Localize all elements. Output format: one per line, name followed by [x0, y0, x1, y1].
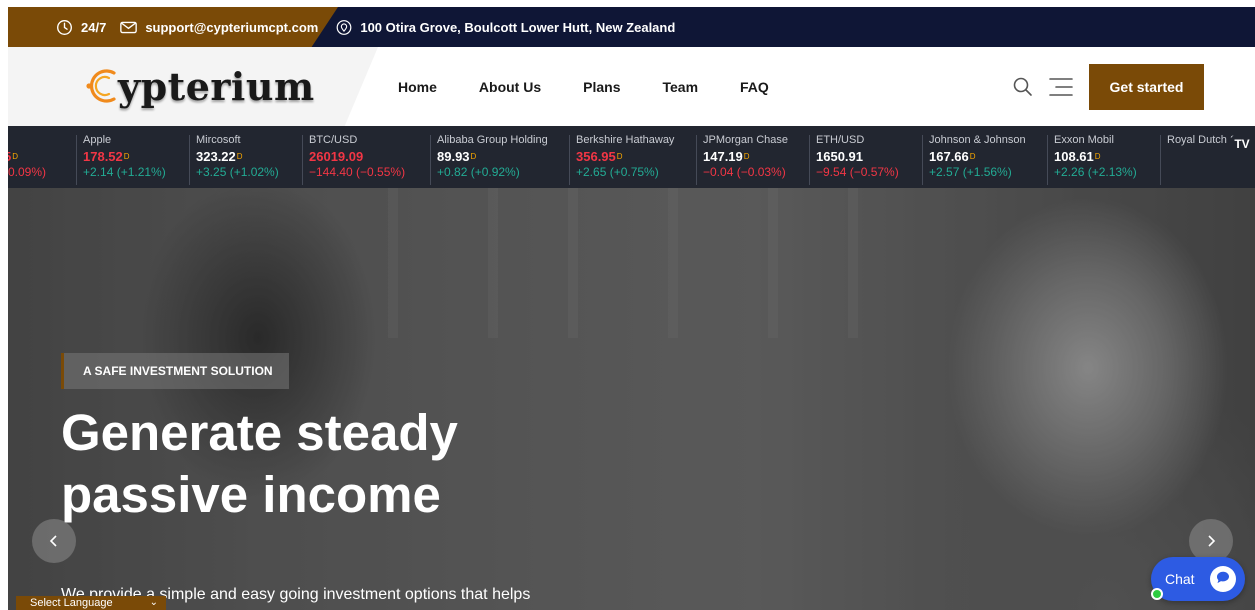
ticker-change: +2.14 (+1.21%) — [83, 165, 166, 179]
ticker-item[interactable]: Exxon Mobil 108.61D +2.26 (+2.13%) — [1047, 133, 1137, 185]
search-icon — [1013, 77, 1032, 96]
ticker-change: -0.09%) — [8, 165, 47, 179]
email-link[interactable]: support@cypteriumcpt.com — [145, 20, 318, 35]
ticker-price: 167.66D — [929, 149, 976, 164]
language-select-label: Select Language — [30, 597, 113, 609]
stock-ticker[interactable]: t 5D -0.09%) Apple 178.52D +2.14 (+1.21%… — [8, 126, 1255, 188]
chat-label: Chat — [1165, 571, 1195, 587]
ticker-item[interactable]: ETH/USD 1650.91 −9.54 (−0.57%) — [809, 133, 899, 185]
ticker-name: Mircosoft — [196, 134, 241, 146]
ticker-price: 147.19D — [703, 149, 750, 164]
clock-icon — [57, 19, 72, 35]
ticker-price: 26019.09 — [309, 149, 364, 164]
hours-info: 24/7 — [56, 19, 106, 36]
address-text: 100 Otira Grove, Boulcott Lower Hutt, Ne… — [360, 19, 676, 35]
hours-text: 24/7 — [81, 19, 107, 35]
ticker-item[interactable]: Royal Dutch S — [1160, 133, 1238, 185]
ticker-change: −144.40 (−0.55%) — [309, 165, 406, 179]
ticker-item[interactable]: Johnson & Johnson 167.66D +2.57 (+1.56%) — [922, 133, 1026, 185]
ticker-item[interactable]: Alibaba Group Holding 89.93D +0.82 (+0.9… — [430, 133, 548, 185]
ticker-change: +2.57 (+1.56%) — [929, 165, 1012, 179]
chat-bubble-icon — [1210, 566, 1236, 592]
ticker-price: 178.52D — [83, 149, 130, 164]
hero-slider: A SAFE INVESTMENT SOLUTION Generate stea… — [8, 188, 1255, 610]
ticker-name: Apple — [83, 134, 112, 146]
menu-icon — [1049, 78, 1073, 96]
ticker-name: BTC/USD — [309, 134, 358, 146]
hero-overlay — [8, 188, 1255, 610]
tradingview-logo[interactable]: TV — [1229, 134, 1255, 154]
ticker-change: +2.65 (+0.75%) — [576, 165, 659, 179]
ticker-item[interactable]: Mircosoft 323.22D +3.25 (+1.02%) — [189, 133, 279, 185]
hero-headline: Generate steady passive income — [61, 404, 458, 523]
ticker-change: −0.04 (−0.03%) — [703, 165, 786, 179]
ticker-change: +0.82 (+0.92%) — [437, 165, 520, 179]
ticker-item[interactable]: BTC/USD 26019.09 −144.40 (−0.55%) — [302, 133, 406, 185]
email-info[interactable]: support@cypteriumcpt.com — [120, 20, 318, 35]
ticker-item[interactable]: Apple 178.52D +2.14 (+1.21%) — [76, 133, 166, 185]
ticker-name: Johnson & Johnson — [929, 134, 1026, 146]
ticker-name: JPMorgan Chase — [703, 134, 788, 146]
get-started-button[interactable]: Get started — [1089, 64, 1204, 110]
ticker-name: ETH/USD — [816, 134, 865, 146]
page: 24/7 support@cypteriumcpt.com 100 Otira … — [0, 0, 1255, 610]
online-status-dot — [1151, 588, 1163, 600]
nav-about-us[interactable]: About Us — [479, 79, 541, 95]
nav-team[interactable]: Team — [662, 79, 698, 95]
offcanvas-menu-button[interactable] — [1048, 77, 1074, 97]
chat-widget-button[interactable]: Chat — [1151, 557, 1245, 601]
ticker-item[interactable]: JPMorgan Chase 147.19D −0.04 (−0.03%) — [696, 133, 788, 185]
main-nav: Home About Us Plans Team FAQ — [398, 47, 811, 126]
chevron-down-icon: ⌄ — [149, 597, 158, 608]
ticker-price: 356.95D — [576, 149, 623, 164]
ticker-name: Alibaba Group Holding — [437, 134, 548, 146]
slider-prev-button[interactable] — [32, 519, 76, 563]
search-button[interactable] — [1012, 76, 1034, 98]
ticker-price: 323.22D — [196, 149, 243, 164]
ticker-change: +3.25 (+1.02%) — [196, 165, 279, 179]
logo-text: ypterium — [118, 63, 315, 109]
ticker-price: 1650.91 — [816, 149, 863, 164]
site-logo[interactable]: ypterium — [84, 61, 315, 111]
ticker-price: 5D — [8, 149, 19, 164]
nav-faq[interactable]: FAQ — [740, 79, 769, 95]
top-info-bar: 24/7 support@cypteriumcpt.com 100 Otira … — [8, 7, 1255, 47]
hero-badge: A SAFE INVESTMENT SOLUTION — [61, 353, 289, 389]
ticker-name: Exxon Mobil — [1054, 134, 1114, 146]
logo-c-icon — [86, 69, 116, 103]
nav-home[interactable]: Home — [398, 79, 437, 95]
ticker-item[interactable]: Berkshire Hathaway 356.95D +2.65 (+0.75%… — [569, 133, 675, 185]
mail-icon — [120, 21, 138, 33]
nav-plans[interactable]: Plans — [583, 79, 620, 95]
site-header: ypterium Home About Us Plans Team FAQ Ge… — [8, 47, 1255, 126]
ticker-item[interactable]: t 5D -0.09%) — [8, 133, 46, 185]
chevron-left-icon — [49, 535, 57, 547]
ticker-name: t — [8, 133, 46, 147]
ticker-change: −9.54 (−0.57%) — [816, 165, 899, 179]
ticker-change: +2.26 (+2.13%) — [1054, 165, 1137, 179]
language-select[interactable]: Select Language ⌄ — [16, 596, 166, 610]
ticker-name: Royal Dutch S — [1167, 134, 1238, 146]
ticker-name: Berkshire Hathaway — [576, 134, 675, 146]
address-info: 100 Otira Grove, Boulcott Lower Hutt, Ne… — [336, 19, 675, 36]
location-pin-icon — [336, 19, 352, 35]
ticker-price: 89.93D — [437, 149, 477, 164]
chevron-right-icon — [1208, 535, 1216, 547]
ticker-price: 108.61D — [1054, 149, 1101, 164]
